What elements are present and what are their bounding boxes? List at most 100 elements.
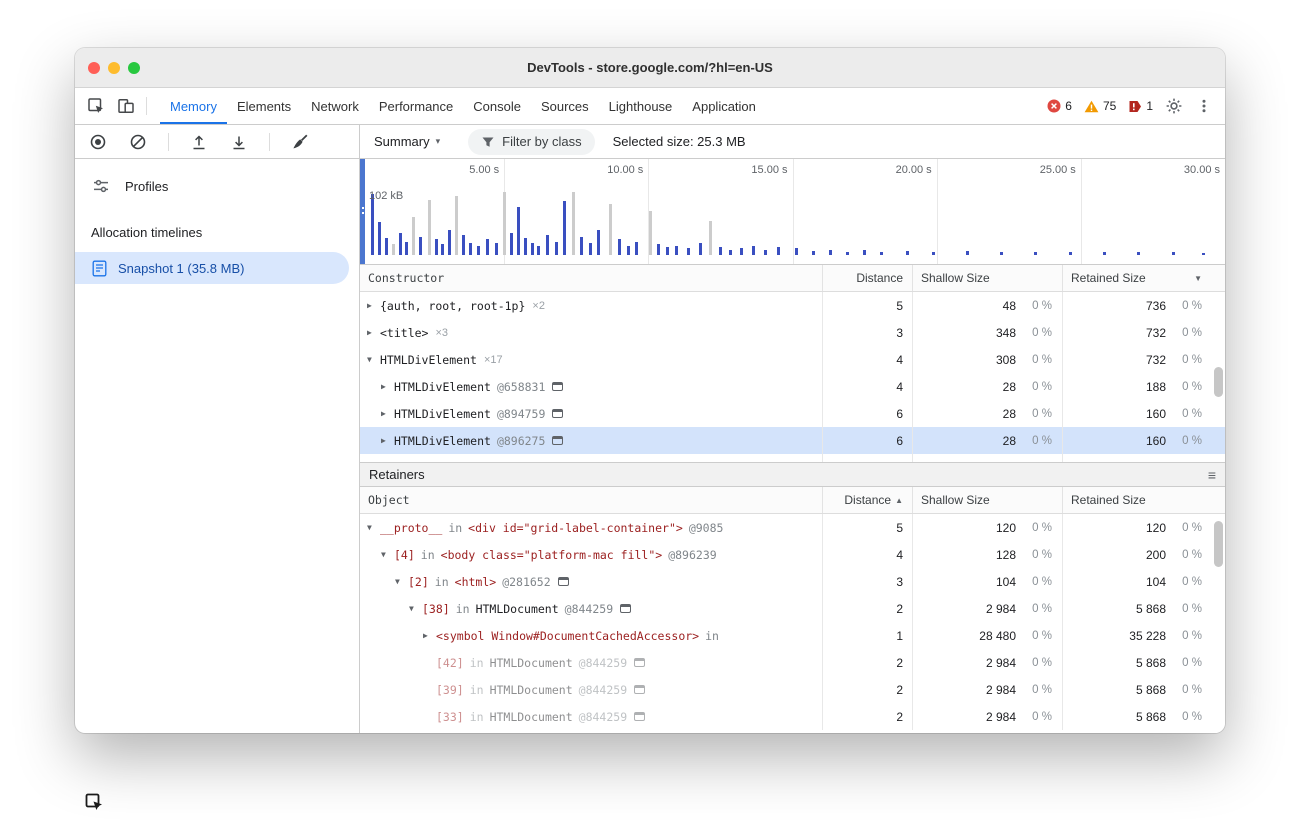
device-toolbar-button[interactable] — [111, 88, 141, 124]
column-header-shallow-size[interactable]: Shallow Size — [912, 265, 1062, 291]
inspect-element-button[interactable] — [81, 88, 111, 124]
tab-performance[interactable]: Performance — [369, 88, 463, 124]
retainer-row[interactable]: ▼[4]in<body class="platform-mac fill">@8… — [360, 541, 1225, 568]
expander-icon[interactable]: ▶ — [381, 409, 394, 418]
tree-cell: ▼HTMLDivElement×17 — [360, 346, 822, 373]
keyword-in: in — [470, 683, 484, 697]
tab-lighthouse[interactable]: Lighthouse — [599, 88, 683, 124]
timeline-chart[interactable]: 102 kB 5.00 s10.00 s15.00 s20.00 s25.00 … — [360, 159, 1225, 265]
close-window-button[interactable] — [88, 62, 100, 74]
retained-size-cell: 35 2280 % — [1062, 622, 1212, 649]
expander-icon[interactable]: ▶ — [381, 436, 394, 445]
retainer-row[interactable]: [39]inHTMLDocument@84425922 9840 %5 8680… — [360, 676, 1225, 703]
tab-memory[interactable]: Memory — [160, 88, 227, 124]
scrollbar-gutter — [1212, 292, 1225, 319]
column-header-shallow-size[interactable]: Shallow Size — [912, 487, 1062, 513]
shallow-size-cell: 1280 % — [912, 541, 1062, 568]
expander-icon[interactable]: ▶ — [367, 328, 380, 337]
retainer-row[interactable]: ▼[2]in<html>@28165231040 %1040 % — [360, 568, 1225, 595]
constructor-row[interactable]: ▶<title>×333480 %7320 % — [360, 319, 1225, 346]
profiles-header[interactable]: Profiles — [75, 163, 359, 209]
size-value: 732 — [1063, 326, 1166, 340]
constructor-row[interactable]: ▶HTMLDivElement@6588314280 %1880 % — [360, 373, 1225, 400]
percent-value: 0 % — [1166, 603, 1212, 615]
snapshot-item[interactable]: Snapshot 1 (35.8 MB) — [75, 252, 349, 284]
allocation-bar — [462, 235, 465, 255]
column-header-retained-size[interactable]: Retained Size▼ — [1062, 265, 1212, 291]
tab-elements[interactable]: Elements — [227, 88, 301, 124]
fullscreen-window-button[interactable] — [128, 62, 140, 74]
clear-all-button[interactable] — [285, 133, 315, 151]
save-profile-button[interactable] — [224, 133, 254, 151]
column-header-constructor[interactable]: Constructor — [360, 265, 822, 291]
column-header-distance[interactable]: Distance — [822, 265, 912, 291]
filter-by-class-input[interactable]: Filter by class — [468, 129, 594, 155]
retainer-row[interactable]: [33]inHTMLDocument@84425922 9840 %5 8680… — [360, 703, 1225, 730]
column-header-object[interactable]: Object — [360, 487, 822, 513]
allocation-bar — [563, 201, 566, 255]
constructor-row[interactable]: ▶HTMLDivElement@8947596280 %1600 % — [360, 400, 1225, 427]
perspective-select[interactable]: Summary ▾ — [374, 134, 440, 149]
timeline-selection-handle[interactable] — [360, 159, 365, 264]
retainer-row[interactable]: ▼__proto__in<div id="grid-label-containe… — [360, 514, 1225, 541]
retainers-header-bar[interactable]: Retainers ≡ — [360, 462, 1225, 487]
clear-profiles-button[interactable] — [123, 133, 153, 151]
title-bar[interactable]: DevTools - store.google.com/?hl=en-US — [75, 48, 1225, 88]
keyword-in: in — [470, 656, 484, 670]
warning-badge[interactable]: 75 — [1078, 99, 1122, 113]
retained-size-cell: 5 8680 % — [1062, 676, 1212, 703]
tab-application[interactable]: Application — [682, 88, 766, 124]
minimize-window-button[interactable] — [108, 62, 120, 74]
window-icon — [558, 577, 569, 586]
column-label: Shallow Size — [921, 493, 990, 507]
load-profile-button[interactable] — [184, 133, 214, 151]
retainer-row[interactable]: [42]inHTMLDocument@84425922 9840 %5 8680… — [360, 649, 1225, 676]
allocation-bar — [412, 217, 415, 255]
record-allocation-button[interactable] — [83, 133, 113, 151]
retainers-title: Retainers — [369, 467, 425, 482]
more-options-button[interactable] — [1189, 97, 1219, 115]
retained-size-cell: 1040 % — [1062, 568, 1212, 595]
issues-badge[interactable]: 1 — [1122, 99, 1159, 113]
size-value: 200 — [1063, 548, 1166, 562]
expander-icon[interactable]: ▼ — [409, 604, 422, 613]
tab-network[interactable]: Network — [301, 88, 369, 124]
expander-icon[interactable]: ▼ — [367, 523, 380, 532]
constructor-row[interactable]: ▶{auth, root, root-1p}×25480 %7360 % — [360, 292, 1225, 319]
scrollbar-gutter — [1212, 676, 1225, 703]
expander-icon[interactable]: ▼ — [381, 550, 394, 559]
allocation-bar — [385, 238, 388, 255]
retainer-object: HTMLDocument — [490, 656, 573, 670]
column-header-retained-size[interactable]: Retained Size — [1062, 487, 1212, 513]
column-header-distance[interactable]: Distance▲ — [822, 487, 912, 513]
warning-count: 75 — [1103, 99, 1116, 113]
tab-sources[interactable]: Sources — [531, 88, 599, 124]
expander-icon[interactable]: ▼ — [395, 577, 408, 586]
error-badge[interactable]: 6 — [1041, 99, 1078, 113]
retainer-row[interactable]: ▶<symbol Window#DocumentCachedAccessor>i… — [360, 622, 1225, 649]
scrollbar-gutter — [1212, 622, 1225, 649]
scrollbar-thumb[interactable] — [1214, 521, 1223, 567]
constructor-row[interactable]: ▶HTMLDivElement — [360, 454, 1225, 462]
allocation-bar — [777, 247, 780, 255]
tree-cell: ▼[2]in<html>@281652 — [360, 568, 822, 595]
scrollbar-thumb[interactable] — [1214, 367, 1223, 397]
expander-icon[interactable]: ▶ — [381, 382, 394, 391]
constructor-row[interactable]: ▶HTMLDivElement@8962756280 %1600 % — [360, 427, 1225, 454]
expander-icon[interactable]: ▶ — [423, 631, 436, 640]
expander-icon[interactable]: ▶ — [367, 301, 380, 310]
retainer-object: <body class="platform-mac fill"> — [441, 548, 663, 562]
settings-button[interactable] — [1159, 97, 1189, 115]
expander-icon[interactable]: ▼ — [367, 355, 380, 364]
menu-icon[interactable]: ≡ — [1208, 468, 1216, 482]
column-label: Constructor — [368, 271, 444, 285]
retainer-object: HTMLDocument — [490, 710, 573, 724]
constructor-row[interactable]: ▼HTMLDivElement×1743080 %7320 % — [360, 346, 1225, 373]
tick-label: 20.00 s — [896, 164, 937, 176]
percent-value: 0 % — [1016, 408, 1062, 420]
shallow-size-cell: 2 9840 % — [912, 676, 1062, 703]
retainer-row[interactable]: ▼[38]inHTMLDocument@84425922 9840 %5 868… — [360, 595, 1225, 622]
tick-label: 15.00 s — [751, 164, 792, 176]
allocation-bar — [627, 246, 630, 255]
tab-console[interactable]: Console — [463, 88, 531, 124]
